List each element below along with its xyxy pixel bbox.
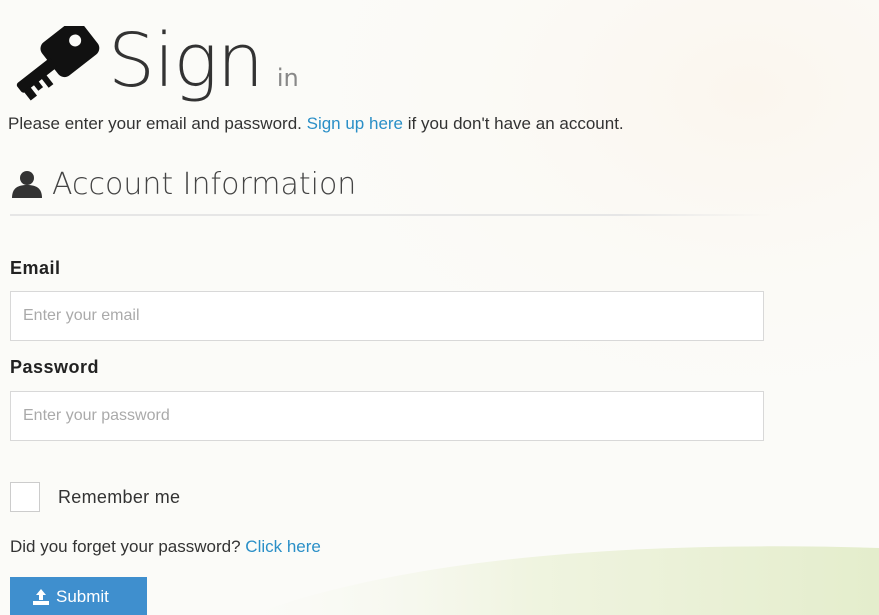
section-title: Account Information [52, 166, 357, 202]
email-field[interactable] [10, 291, 764, 341]
remember-me-checkbox[interactable] [10, 482, 40, 512]
submit-button[interactable]: Submit [10, 577, 147, 615]
submit-label: Submit [56, 587, 109, 606]
section-header: Account Information [10, 160, 770, 208]
intro-text-after: if you don't have an account. [403, 114, 624, 133]
upload-icon [33, 589, 49, 605]
intro-text-before: Please enter your email and password. [8, 114, 307, 133]
page-subtitle: in [276, 64, 299, 92]
intro-text: Please enter your email and password. Si… [8, 114, 624, 134]
page-header: Sign in [6, 4, 299, 104]
forgot-password-text: Did you forget your password? Click here [10, 537, 321, 557]
sign-in-page: Sign in Please enter your email and pass… [0, 0, 879, 615]
user-icon [12, 171, 42, 198]
forgot-password-prompt: Did you forget your password? [10, 537, 246, 556]
remember-me-label: Remember me [58, 487, 181, 507]
sign-up-link[interactable]: Sign up here [307, 114, 403, 133]
page-title: Sign [108, 18, 264, 104]
password-field[interactable] [10, 391, 764, 441]
password-label: Password [10, 357, 100, 377]
account-information-section: Account Information [10, 160, 770, 216]
forgot-password-link[interactable]: Click here [245, 537, 321, 556]
section-divider [10, 214, 770, 216]
key-icon [16, 26, 100, 101]
email-label: Email [10, 258, 61, 278]
